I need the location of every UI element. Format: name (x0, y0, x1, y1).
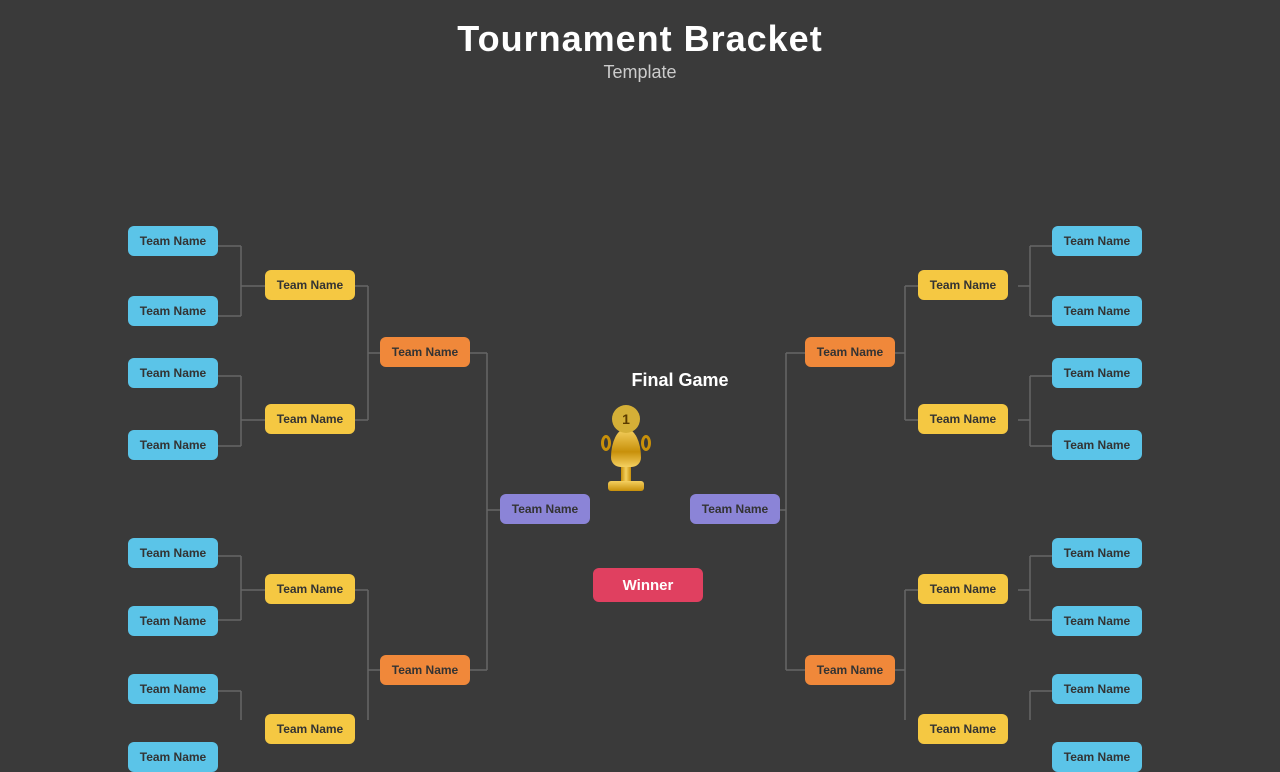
team-r1-7[interactable]: Team Name (1052, 674, 1142, 704)
bracket-container: Team Name Team Name Team Name Team Name … (0, 100, 1280, 720)
trophy: 1 (608, 405, 644, 491)
team-l1-2[interactable]: Team Name (128, 296, 218, 326)
trophy-body (611, 429, 641, 467)
team-r1-6[interactable]: Team Name (1052, 606, 1142, 636)
team-l2-3[interactable]: Team Name (265, 574, 355, 604)
team-r1-8[interactable]: Team Name (1052, 742, 1142, 772)
team-r1-2[interactable]: Team Name (1052, 296, 1142, 326)
team-l1-8[interactable]: Team Name (128, 742, 218, 772)
team-l3-1[interactable]: Team Name (380, 337, 470, 367)
team-l2-2[interactable]: Team Name (265, 404, 355, 434)
team-l1-6[interactable]: Team Name (128, 606, 218, 636)
team-r2-3[interactable]: Team Name (918, 574, 1008, 604)
team-l2-4[interactable]: Team Name (265, 714, 355, 744)
final-game-label: Final Game (580, 370, 780, 391)
trophy-number: 1 (612, 405, 640, 433)
team-r3-1[interactable]: Team Name (805, 337, 895, 367)
team-r1-4[interactable]: Team Name (1052, 430, 1142, 460)
team-l1-5[interactable]: Team Name (128, 538, 218, 568)
trophy-stem (621, 467, 631, 481)
team-r1-3[interactable]: Team Name (1052, 358, 1142, 388)
team-l3-2[interactable]: Team Name (380, 655, 470, 685)
team-right-final[interactable]: Team Name (690, 494, 780, 524)
team-l2-1[interactable]: Team Name (265, 270, 355, 300)
winner-box[interactable]: Winner (593, 568, 703, 602)
team-r2-1[interactable]: Team Name (918, 270, 1008, 300)
team-r3-2[interactable]: Team Name (805, 655, 895, 685)
team-l1-1[interactable]: Team Name (128, 226, 218, 256)
team-r2-4[interactable]: Team Name (918, 714, 1008, 744)
team-r2-2[interactable]: Team Name (918, 404, 1008, 434)
team-l1-7[interactable]: Team Name (128, 674, 218, 704)
page-title: Tournament Bracket (0, 18, 1280, 60)
team-l1-4[interactable]: Team Name (128, 430, 218, 460)
team-r1-1[interactable]: Team Name (1052, 226, 1142, 256)
team-r1-5[interactable]: Team Name (1052, 538, 1142, 568)
trophy-handles (601, 435, 651, 451)
team-l1-3[interactable]: Team Name (128, 358, 218, 388)
page-subtitle: Template (0, 62, 1280, 83)
trophy-base (608, 481, 644, 491)
team-left-final[interactable]: Team Name (500, 494, 590, 524)
